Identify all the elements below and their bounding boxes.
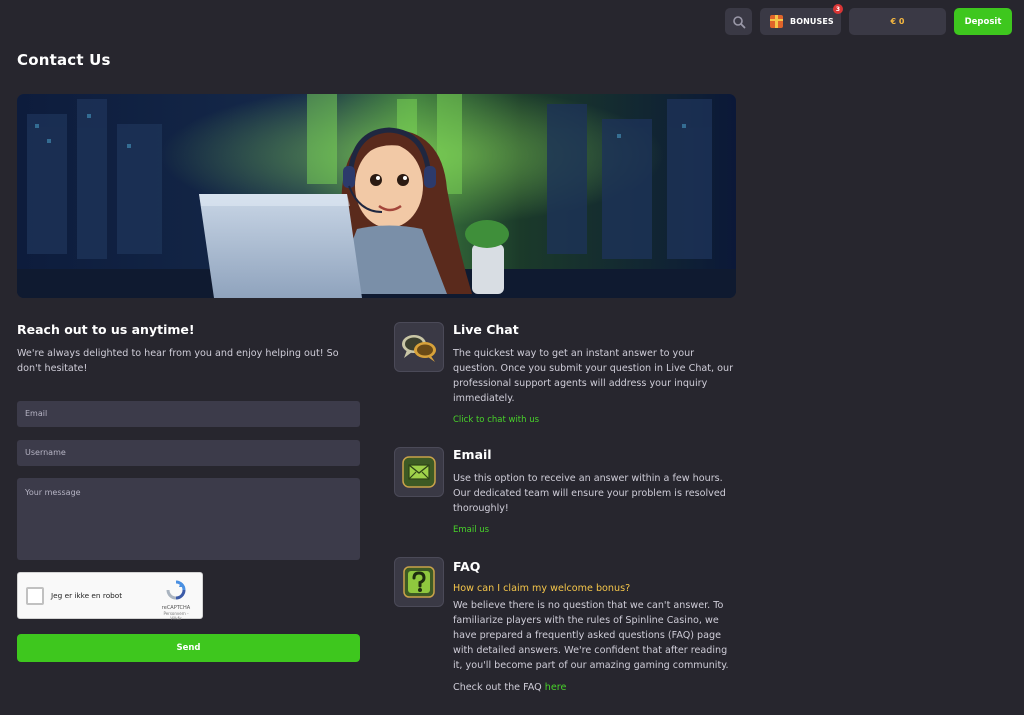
bonuses-button[interactable]: BONUSES 3 xyxy=(760,4,843,35)
live-chat-title: Live Chat xyxy=(453,322,519,337)
support-agent-banner xyxy=(17,94,736,298)
live-chat-body: The quickest way to get an instant answe… xyxy=(453,348,734,404)
recaptcha-widget: Jeg er ikke en robot reCAPTCHA Personver… xyxy=(17,572,203,621)
recaptcha-logo: reCAPTCHA Personvern - Vilkår xyxy=(159,579,193,621)
bonuses-label: BONUSES xyxy=(790,17,834,26)
page-title: Contact Us xyxy=(17,51,111,69)
search-button[interactable] xyxy=(725,8,752,35)
faq-footer-text: Check out the FAQ xyxy=(453,682,542,693)
faq-icon-box xyxy=(394,557,444,607)
faq-question-link[interactable]: How can I claim my welcome bonus? xyxy=(453,583,630,594)
faq-footer: Check out the FAQ here xyxy=(453,682,566,693)
bonuses-count-badge: 3 xyxy=(833,4,843,14)
gift-icon xyxy=(770,15,783,28)
balance-display[interactable]: € 0 xyxy=(849,8,946,35)
recaptcha-icon xyxy=(166,580,186,600)
email-field[interactable]: Email xyxy=(17,401,360,427)
email-section-title: Email xyxy=(453,447,492,462)
chat-bubbles-icon xyxy=(402,335,436,362)
message-field[interactable]: Your message xyxy=(17,478,360,560)
faq-here-link[interactable]: here xyxy=(545,682,567,693)
recaptcha-checkbox[interactable] xyxy=(26,587,44,605)
form-subtext: We're always delighted to hear from you … xyxy=(17,348,339,374)
form-heading: Reach out to us anytime! xyxy=(17,322,195,337)
username-field[interactable]: Username xyxy=(17,440,360,466)
email-section-body: Use this option to receive an answer wit… xyxy=(453,473,726,514)
recaptcha-terms[interactable]: Personvern - Vilkår xyxy=(159,611,193,621)
question-mark-icon xyxy=(403,566,435,598)
support-agent-illustration xyxy=(17,94,736,298)
recaptcha-label: Jeg er ikke en robot xyxy=(51,591,123,600)
faq-body: We believe there is no question that we … xyxy=(453,600,729,671)
email-us-link[interactable]: Email us xyxy=(453,525,489,535)
deposit-button[interactable]: Deposit xyxy=(954,8,1012,35)
faq-title: FAQ xyxy=(453,559,481,574)
live-chat-icon-box xyxy=(394,322,444,372)
live-chat-link[interactable]: Click to chat with us xyxy=(453,415,539,425)
search-icon xyxy=(732,15,745,28)
envelope-icon xyxy=(402,456,436,488)
top-bar: BONUSES 3 € 0 Deposit xyxy=(725,4,1012,35)
send-button[interactable]: Send xyxy=(17,634,360,662)
email-icon-box xyxy=(394,447,444,497)
